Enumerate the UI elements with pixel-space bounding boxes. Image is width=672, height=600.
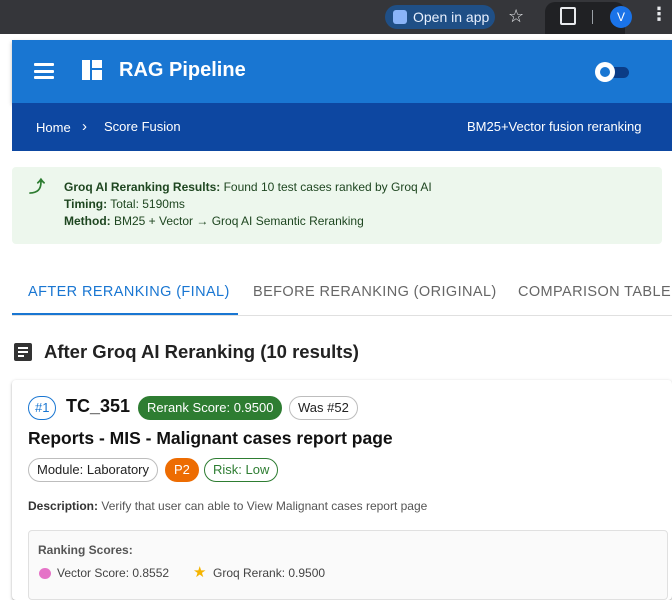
module-chip: Module: Laboratory: [28, 458, 159, 482]
tab-before-reranking[interactable]: BEFORE RERANKING (ORIGINAL): [253, 284, 497, 300]
groq-rerank-score: Groq Rerank: 0.9500: [213, 566, 326, 580]
tab-after-reranking[interactable]: AFTER RERANKING (FINAL): [28, 284, 230, 300]
star-icon: ★: [193, 564, 207, 581]
dashboard-icon: [82, 60, 102, 80]
open-in-app-button[interactable]: Open in app: [385, 5, 495, 29]
tab-comparison-table[interactable]: COMPARISON TABLE: [518, 284, 671, 300]
breadcrumb-current: Score Fusion: [104, 119, 181, 134]
extensions-icon[interactable]: [560, 7, 576, 25]
ranking-scores-label: Ranking Scores:: [38, 543, 133, 557]
rank-chip: #1: [28, 396, 57, 420]
alert-line-method: Method: BM25 + Vector → Groq AI Semantic…: [64, 214, 364, 228]
menu-icon[interactable]: [34, 63, 54, 79]
app-title: RAG Pipeline: [119, 59, 246, 81]
alert-line-results: Groq AI Reranking Results: Found 10 test…: [64, 180, 432, 194]
star-icon[interactable]: ☆: [508, 6, 524, 27]
merge-icon: ⤴: [29, 179, 46, 196]
more-vert-icon[interactable]: ⋮: [650, 4, 668, 25]
test-case-title: Reports - MIS - Malignant cases report p…: [28, 428, 393, 448]
article-icon: [14, 343, 32, 361]
priority-chip: P2: [165, 458, 199, 482]
breadcrumb-home[interactable]: Home: [36, 120, 71, 135]
profile-avatar[interactable]: V: [610, 6, 632, 28]
brain-icon: [39, 568, 51, 579]
result-card[interactable]: #1 TC_351 Rerank Score: 0.9500 Was #52 R…: [12, 380, 672, 600]
breadcrumb: Home › Score Fusion BM25+Vector fusion r…: [12, 103, 672, 151]
test-case-description: Description: Verify that user can able t…: [28, 499, 428, 513]
toolbar-divider: [592, 10, 593, 24]
results-tabs: AFTER RERANKING (FINAL) BEFORE RERANKING…: [12, 268, 672, 316]
success-alert: ⤴ Groq AI Reranking Results: Found 10 te…: [12, 167, 662, 244]
page-subtitle: BM25+Vector fusion reranking: [467, 119, 642, 134]
open-in-app-label: Open in app: [413, 9, 490, 25]
brightness-icon: [595, 62, 615, 82]
rerank-score-chip: Rerank Score: 0.9500: [138, 396, 283, 420]
app-bar: RAG Pipeline: [12, 40, 672, 103]
section-title: After Groq AI Reranking (10 results): [44, 341, 359, 362]
tab-indicator: [12, 313, 238, 315]
theme-toggle[interactable]: [595, 62, 631, 82]
chevron-right-icon: ›: [82, 118, 87, 135]
previous-rank-chip: Was #52: [289, 396, 358, 420]
vector-score: Vector Score: 0.8552: [57, 566, 170, 580]
browser-toolbar: Open in app ☆ V ⋮: [0, 0, 672, 34]
alert-line-timing: Timing: Total: 5190ms: [64, 197, 185, 211]
risk-chip: Risk: Low: [204, 458, 279, 482]
app-icon: [393, 10, 407, 24]
test-case-id: TC_351: [66, 396, 131, 416]
